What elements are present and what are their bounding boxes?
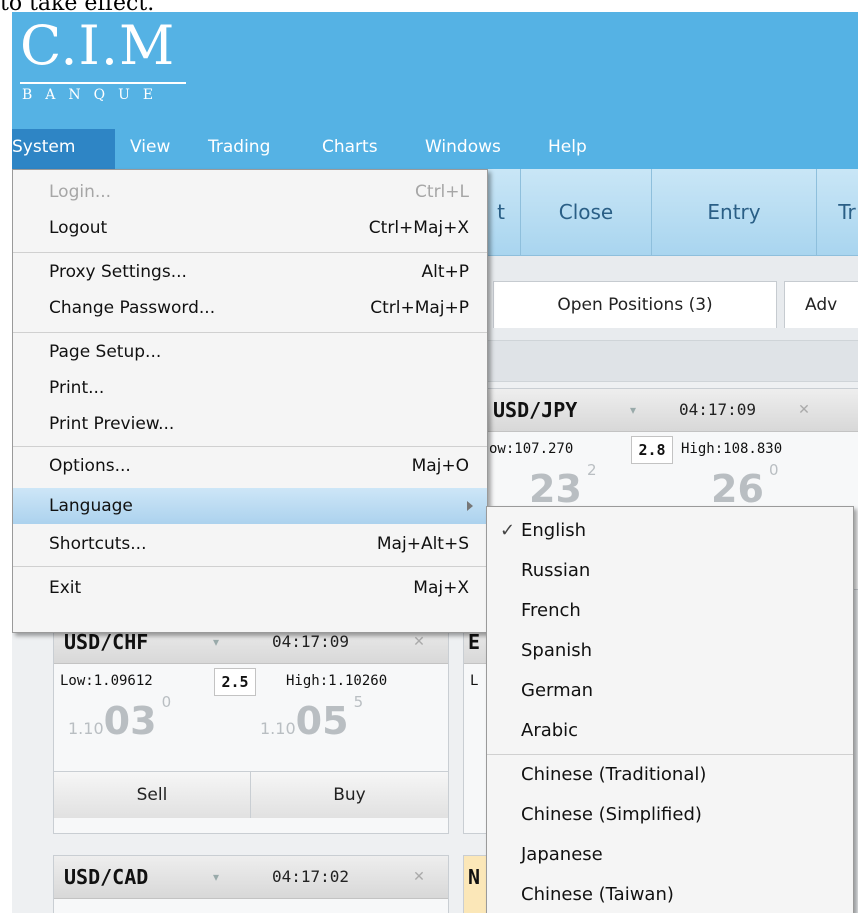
check-icon: ✓ <box>500 520 516 541</box>
sell-button[interactable]: Sell <box>54 771 251 818</box>
currency-pair: N <box>468 865 481 889</box>
quote-time: 04:17:02 <box>272 867 350 886</box>
low-value: L <box>470 673 479 689</box>
high-value: High:108.830 <box>681 441 783 457</box>
menu-separator <box>13 332 487 333</box>
menu-trading[interactable]: Trading <box>208 129 270 169</box>
language-submenu: ✓ English Russian French Spanish German A… <box>486 506 854 913</box>
chevron-down-icon[interactable]: ▾ <box>204 856 228 898</box>
logo-main-text: C.I.M <box>20 14 176 77</box>
buy-quote[interactable]: 1.1005 5 <box>260 693 363 771</box>
rate-card-usdchf: USD/CHF ▾ 04:17:09 ✕ Low:1.09612 2.5 Hig… <box>53 620 449 834</box>
menu-view[interactable]: View <box>130 129 170 169</box>
language-item-french[interactable]: French <box>487 591 853 631</box>
menu-separator <box>13 566 487 567</box>
menu-item-options[interactable]: Options... Maj+O <box>13 448 487 484</box>
language-item-russian[interactable]: Russian <box>487 551 853 591</box>
menu-item-exit[interactable]: Exit Maj+X <box>13 570 487 606</box>
trade-button[interactable]: Tr <box>817 169 858 255</box>
chevron-down-icon[interactable]: ▾ <box>621 389 645 431</box>
logo-sub-text: BANQUE <box>22 87 167 103</box>
language-item-arabic[interactable]: Arabic <box>487 711 853 751</box>
menu-system[interactable]: System <box>12 129 115 169</box>
language-item-german[interactable]: German <box>487 671 853 711</box>
menu-help[interactable]: Help <box>548 129 587 169</box>
language-item-japanese[interactable]: Japanese <box>487 835 853 875</box>
language-item-english[interactable]: ✓ English <box>487 511 853 551</box>
close-icon[interactable]: ✕ <box>789 389 819 431</box>
low-value: ow:107.270 <box>489 441 574 457</box>
menu-item-page-setup[interactable]: Page Setup... <box>13 334 487 370</box>
rate-card-usdcad: USD/CAD ▾ 04:17:02 ✕ <box>53 855 449 913</box>
logo-rule <box>20 82 186 84</box>
menu-separator <box>13 252 487 253</box>
toolbar-partial-button[interactable]: t <box>486 169 516 255</box>
sell-quote[interactable]: 1.1003 0 <box>68 693 171 771</box>
close-button[interactable]: Close <box>521 169 651 255</box>
menu-item-language[interactable]: Language <box>13 488 487 524</box>
menu-charts[interactable]: Charts <box>322 129 378 169</box>
card-header: USD/JPY ▾ 04:17:09 ✕ <box>483 389 858 432</box>
submenu-arrow-icon <box>467 501 473 511</box>
buy-button[interactable]: Buy <box>251 771 448 818</box>
language-item-chinese-simplified[interactable]: Chinese (Simplified) <box>487 795 853 835</box>
high-value: High:1.10260 <box>286 673 388 689</box>
menu-item-print-preview[interactable]: Print Preview... <box>13 406 487 442</box>
entry-button[interactable]: Entry <box>652 169 816 255</box>
trading-app: C.I.M BANQUE System View Trading Charts … <box>12 12 858 913</box>
system-menu: Login... Ctrl+L Logout Ctrl+Maj+X Proxy Se… <box>12 169 488 633</box>
menu-item-proxy-settings[interactable]: Proxy Settings... Alt+P <box>13 254 487 290</box>
menu-item-logout[interactable]: Logout Ctrl+Maj+X <box>13 210 487 246</box>
menu-item-login[interactable]: Login... Ctrl+L <box>13 174 487 210</box>
tab-advanced[interactable]: Adv <box>784 281 858 328</box>
cim-banque-logo: C.I.M BANQUE <box>20 16 192 114</box>
spread-value: 2.8 <box>631 436 673 464</box>
language-item-chinese-traditional[interactable]: Chinese (Traditional) <box>487 755 853 795</box>
menu-separator <box>13 446 487 447</box>
currency-pair: USD/CAD <box>64 865 149 889</box>
tab-open-positions[interactable]: Open Positions (3) <box>493 281 777 328</box>
app-header: C.I.M BANQUE System View Trading Charts … <box>12 12 858 169</box>
language-item-chinese-taiwan[interactable]: Chinese (Taiwan) <box>487 875 853 913</box>
menu-item-print[interactable]: Print... <box>13 370 487 406</box>
quote-time: 04:17:09 <box>679 400 757 419</box>
language-item-spanish[interactable]: Spanish <box>487 631 853 671</box>
card-header: USD/CAD ▾ 04:17:02 ✕ <box>54 856 448 899</box>
menu-item-shortcuts[interactable]: Shortcuts... Maj+Alt+S <box>13 526 487 562</box>
menu-windows[interactable]: Windows <box>425 129 501 169</box>
menu-item-change-password[interactable]: Change Password... Ctrl+Maj+P <box>13 290 487 326</box>
menu-bar: System View Trading Charts Windows Help <box>12 129 858 169</box>
spread-value: 2.5 <box>214 668 256 696</box>
close-icon[interactable]: ✕ <box>404 856 434 898</box>
low-value: Low:1.09612 <box>60 673 153 689</box>
currency-pair: USD/JPY <box>493 398 578 422</box>
